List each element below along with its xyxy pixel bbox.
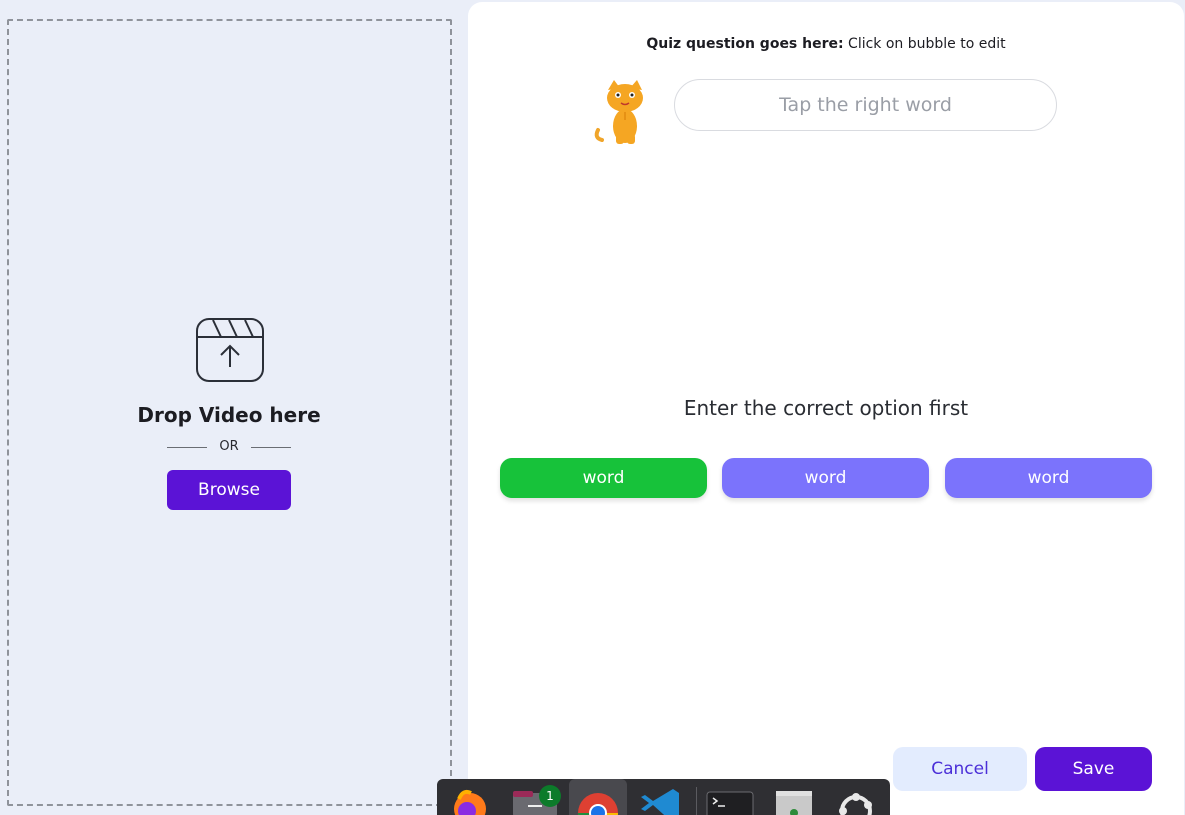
upload-panel: Drop Video here OR Browse <box>0 0 468 815</box>
dock-trash[interactable] <box>765 779 823 815</box>
drop-video-title: Drop Video here <box>137 403 321 427</box>
vscode-icon <box>641 789 679 815</box>
option-3[interactable]: word <box>945 458 1152 498</box>
dock-chrome[interactable] <box>569 779 627 815</box>
save-button[interactable]: Save <box>1035 747 1152 791</box>
cat-icon <box>594 80 643 144</box>
option-correct[interactable]: word <box>500 458 707 498</box>
divider-line-right <box>251 447 291 448</box>
quiz-editor-panel: Quiz question goes here: Click on bubble… <box>468 2 1184 815</box>
options-hint: Enter the correct option first <box>683 396 969 420</box>
dock-terminal[interactable] <box>701 779 759 815</box>
files-badge: 1 <box>539 785 561 807</box>
browse-button[interactable]: Browse <box>167 470 291 510</box>
cancel-button[interactable]: Cancel <box>893 747 1027 791</box>
dock-separator <box>696 787 697 815</box>
dock-ubuntu[interactable] <box>827 779 885 815</box>
ubuntu-icon <box>839 793 872 815</box>
trash-icon <box>776 791 812 815</box>
dock-firefox[interactable] <box>441 779 499 815</box>
dock-vscode[interactable] <box>633 779 691 815</box>
terminal-icon <box>706 791 754 815</box>
dock-files[interactable]: 1 <box>505 779 563 815</box>
quiz-question-label: Quiz question goes here: <box>646 36 844 52</box>
answer-bubble[interactable]: Tap the right word <box>674 79 1057 131</box>
option-2[interactable]: word <box>722 458 929 498</box>
firefox-icon <box>454 789 486 815</box>
app-dock: 1 <box>437 779 890 815</box>
video-upload-icon <box>196 318 264 382</box>
or-divider: OR <box>167 439 291 455</box>
chrome-icon <box>578 793 618 815</box>
quiz-question-instruction: Click on bubble to edit <box>843 36 1006 52</box>
quiz-question[interactable]: Quiz question goes here: Click on bubble… <box>468 36 1184 52</box>
